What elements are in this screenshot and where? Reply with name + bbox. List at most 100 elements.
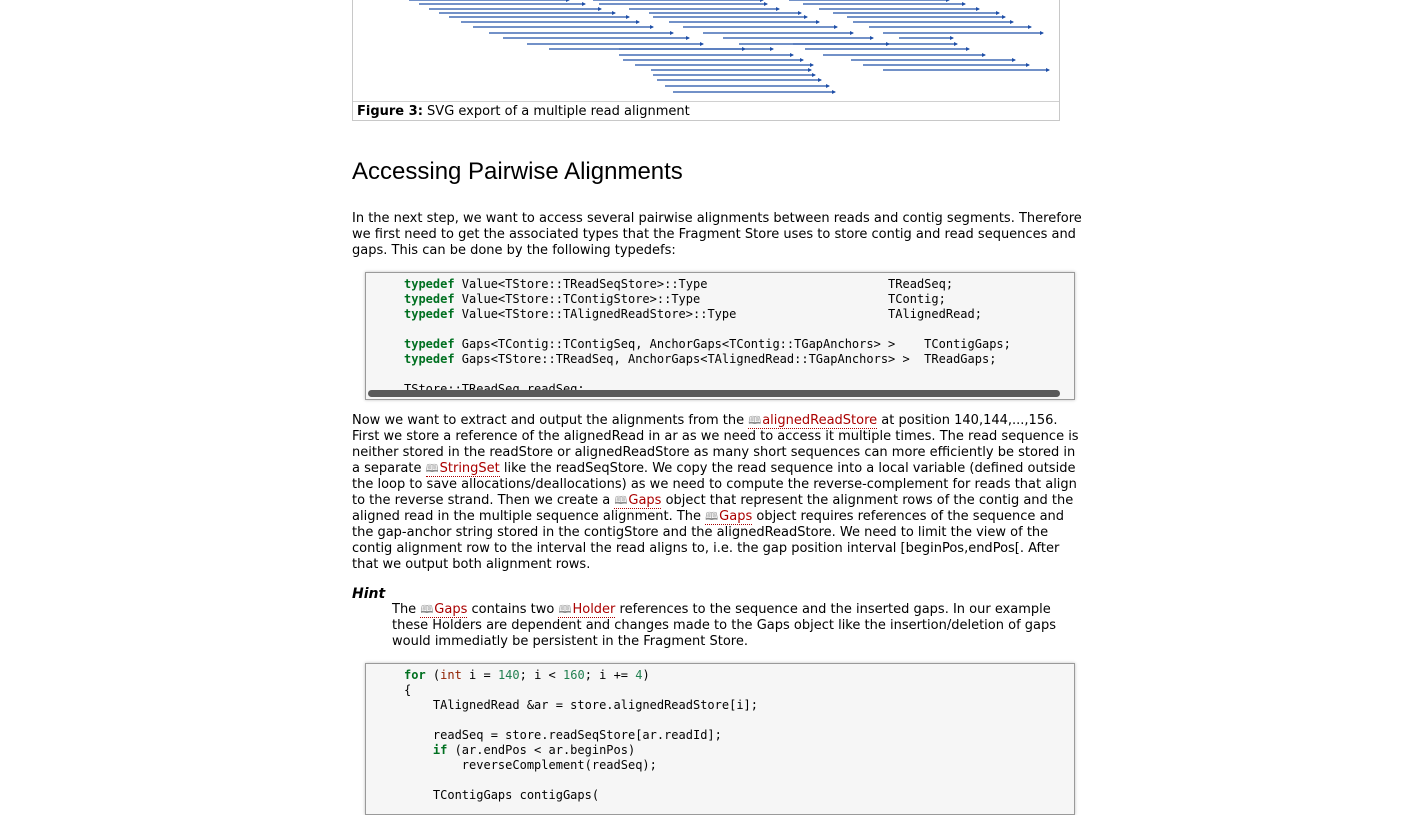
code-token: Value<TStore::TAlignedReadStore>::Type T…	[454, 307, 982, 321]
caption-text: SVG export of a multiple read alignment	[427, 104, 690, 119]
read-arrowhead	[950, 36, 954, 40]
link-gaps[interactable]: 🕮Gaps	[705, 509, 753, 525]
code-line: TContigGaps contigGaps(	[404, 788, 599, 802]
link-stringset[interactable]: 🕮StringSet	[425, 461, 500, 477]
read-arrowhead	[832, 90, 836, 94]
read-arrowhead	[996, 11, 1000, 15]
text-span: contains two	[467, 602, 559, 617]
read-arrowhead	[982, 53, 986, 57]
code-token: reverseComplement(readSeq);	[404, 758, 657, 772]
code-line: reverseComplement(readSeq);	[404, 758, 657, 772]
read-arrowhead	[818, 78, 822, 82]
read-arrowhead	[946, 0, 950, 2]
code-token: Value<TStore::TContigStore>::Type TConti…	[454, 292, 946, 306]
link-gaps[interactable]: 🕮Gaps	[420, 602, 468, 618]
link-label: StringSet	[439, 461, 500, 476]
read-arrowhead	[870, 36, 874, 40]
read-arrowhead	[1010, 20, 1014, 24]
read-arrowhead	[850, 31, 854, 35]
code-line: typedef Gaps<TStore::TReadSeq, AnchorGap…	[404, 352, 996, 366]
read-arrowhead	[810, 63, 814, 67]
code-token: )	[642, 668, 650, 682]
link-label: Gaps	[434, 602, 468, 617]
code-token: 4	[635, 668, 643, 682]
read-arrowhead	[790, 53, 794, 57]
code-token: 140	[497, 668, 520, 682]
link-label: Gaps	[628, 493, 662, 508]
read-arrowhead	[1040, 31, 1044, 35]
book-icon: 🕮	[420, 603, 434, 616]
code-line: TAlignedRead &ar = store.alignedReadStor…	[404, 698, 758, 712]
read-arrowhead	[626, 15, 630, 19]
code-token: Gaps<TContig::TContigSeq, AnchorGaps<TCo…	[454, 337, 1011, 351]
section-heading: Accessing Pairwise Alignments	[352, 158, 683, 185]
code-token: (ar.endPos < ar.beginPos)	[447, 743, 636, 757]
read-arrowhead	[816, 20, 820, 24]
read-arrowhead	[812, 73, 816, 77]
link-alignedreadstore[interactable]: 🕮alignedReadStore	[748, 413, 878, 429]
intro-paragraph: In the next step, we want to access seve…	[352, 211, 1082, 258]
alignment-figure: Figure 3: SVG export of a multiple read …	[352, 0, 1060, 121]
code-line: typedef Value<TStore::TReadSeqStore>::Ty…	[404, 277, 953, 291]
code-line: if (ar.endPos < ar.beginPos)	[404, 743, 635, 757]
link-label: Holder	[572, 602, 616, 617]
read-arrowhead	[770, 47, 774, 51]
code-token: typedef	[404, 277, 455, 291]
code-token: Gaps<TStore::TReadSeq, AnchorGaps<TAlign…	[454, 352, 997, 366]
read-arrowhead	[808, 68, 812, 72]
code-line: typedef Value<TStore::TContigStore>::Typ…	[404, 292, 946, 306]
read-arrowhead	[764, 2, 768, 6]
link-label: Gaps	[719, 509, 753, 524]
read-arrowhead	[798, 11, 802, 15]
loop-code: for (int i = 140; i < 160; i += 4) { TAl…	[366, 664, 1074, 803]
code-token: (	[425, 668, 441, 682]
link-label: alignedReadStore	[762, 413, 878, 428]
read-arrowhead	[1026, 63, 1030, 67]
read-arrowhead	[1012, 58, 1016, 62]
code-token: {	[404, 683, 412, 697]
read-arrowhead	[612, 11, 616, 15]
code-token: typedef	[404, 292, 455, 306]
read-arrowhead	[566, 0, 570, 2]
read-arrowhead	[760, 0, 764, 2]
figure-caption: Figure 3: SVG export of a multiple read …	[353, 101, 1059, 120]
code-token: ; i +=	[584, 668, 636, 682]
link-holder[interactable]: 🕮Holder	[558, 602, 616, 618]
read-arrowhead	[1046, 68, 1050, 72]
read-arrowhead	[650, 25, 654, 29]
read-arrowhead	[834, 25, 838, 29]
hint-body: The 🕮Gaps contains two 🕮Holder reference…	[392, 602, 1087, 650]
read-arrowhead	[686, 36, 690, 40]
book-icon: 🕮	[748, 414, 762, 427]
text-span: The	[392, 602, 421, 617]
code-token: readSeq = store.readSeqStore[ar.readId];	[404, 728, 722, 742]
code-horizontal-scrollbar[interactable]	[368, 390, 1060, 397]
book-icon: 🕮	[558, 603, 572, 616]
link-gaps[interactable]: 🕮Gaps	[614, 493, 662, 509]
read-arrowhead	[966, 47, 970, 51]
code-token: int	[440, 668, 462, 682]
code-token: TContigGaps contigGaps(	[404, 788, 600, 802]
code-token: TAlignedRead &ar = store.alignedReadStor…	[404, 698, 759, 712]
read-arrowhead	[804, 15, 808, 19]
read-arrowhead	[954, 42, 958, 46]
alignment-paragraph: Now we want to extract and output the al…	[352, 413, 1087, 573]
hint-title: Hint	[352, 586, 386, 602]
code-token: if	[432, 743, 448, 757]
code-token: Value<TStore::TReadSeqStore>::Type TRead…	[454, 277, 954, 291]
code-line: for (int i = 140; i < 160; i += 4)	[404, 668, 650, 682]
read-arrowhead	[800, 58, 804, 62]
loop-code-block: for (int i = 140; i < 160; i += 4) { TAl…	[365, 663, 1075, 815]
text-span: Now we want to extract and output the al…	[352, 413, 749, 428]
read-arrowhead	[636, 20, 640, 24]
code-line: {	[404, 683, 411, 697]
code-line: readSeq = store.readSeqStore[ar.readId];	[404, 728, 722, 742]
read-arrowhead	[826, 84, 830, 88]
read-arrowhead	[670, 31, 674, 35]
read-alignment-svg	[409, 0, 1050, 94]
read-arrowhead	[962, 2, 966, 6]
read-arrowhead	[1028, 25, 1032, 29]
book-icon: 🕮	[705, 510, 719, 523]
book-icon: 🕮	[614, 494, 628, 507]
code-token: typedef	[404, 337, 455, 351]
